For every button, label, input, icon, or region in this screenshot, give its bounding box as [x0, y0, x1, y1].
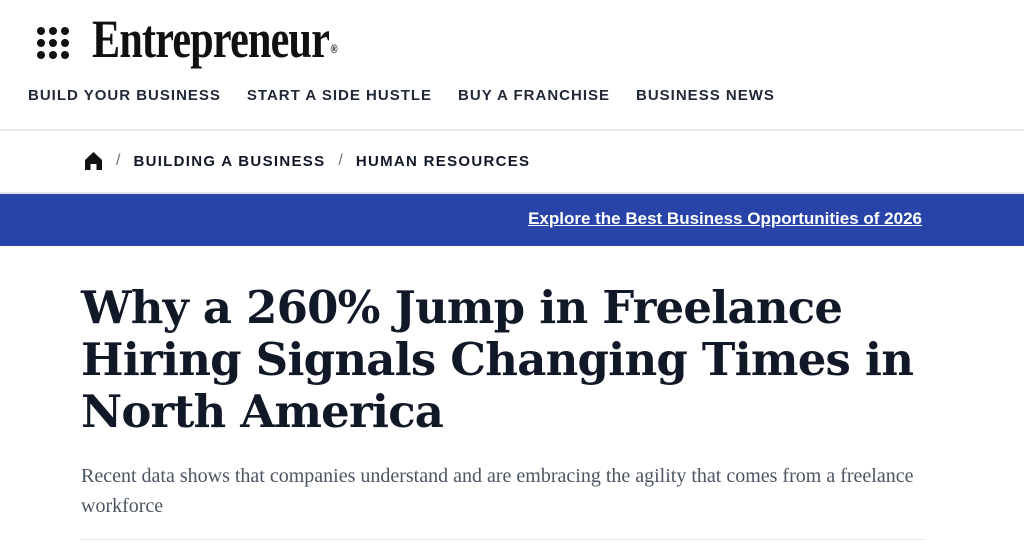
- breadcrumb-separator: /: [338, 152, 343, 169]
- top-nav: BUILD YOUR BUSINESS START A SIDE HUSTLE …: [28, 87, 775, 104]
- breadcrumb-human-resources[interactable]: HUMAN RESOURCES: [356, 153, 531, 170]
- article: Why a 260% Jump in Freelance Hiring Sign…: [0, 246, 924, 540]
- breadcrumb: / BUILDING A BUSINESS / HUMAN RESOURCES: [84, 151, 530, 171]
- home-icon[interactable]: [84, 151, 103, 171]
- nav-business-news[interactable]: BUSINESS NEWS: [636, 87, 775, 104]
- promo-banner: Explore the Best Business Opportunities …: [0, 194, 1024, 246]
- breadcrumb-separator: /: [116, 152, 121, 169]
- nav-start-a-side-hustle[interactable]: START A SIDE HUSTLE: [247, 87, 432, 104]
- nav-build-your-business[interactable]: BUILD YOUR BUSINESS: [28, 87, 221, 104]
- divider: [81, 539, 924, 540]
- promo-link[interactable]: Explore the Best Business Opportunities …: [528, 209, 922, 229]
- logo-text: Entrepreneur: [92, 9, 330, 69]
- registered-mark: ®: [330, 42, 338, 56]
- breadcrumb-bar: / BUILDING A BUSINESS / HUMAN RESOURCES: [0, 131, 1024, 194]
- menu-grid-icon[interactable]: [37, 27, 73, 63]
- site-logo[interactable]: Entrepreneur ®: [92, 8, 338, 70]
- breadcrumb-building-a-business[interactable]: BUILDING A BUSINESS: [133, 153, 325, 170]
- article-headline: Why a 260% Jump in Freelance Hiring Sign…: [81, 281, 914, 438]
- article-dek: Recent data shows that companies underst…: [81, 465, 914, 517]
- nav-buy-a-franchise[interactable]: BUY A FRANCHISE: [458, 87, 610, 104]
- site-header: Entrepreneur ® BUILD YOUR BUSINESS START …: [0, 0, 1024, 131]
